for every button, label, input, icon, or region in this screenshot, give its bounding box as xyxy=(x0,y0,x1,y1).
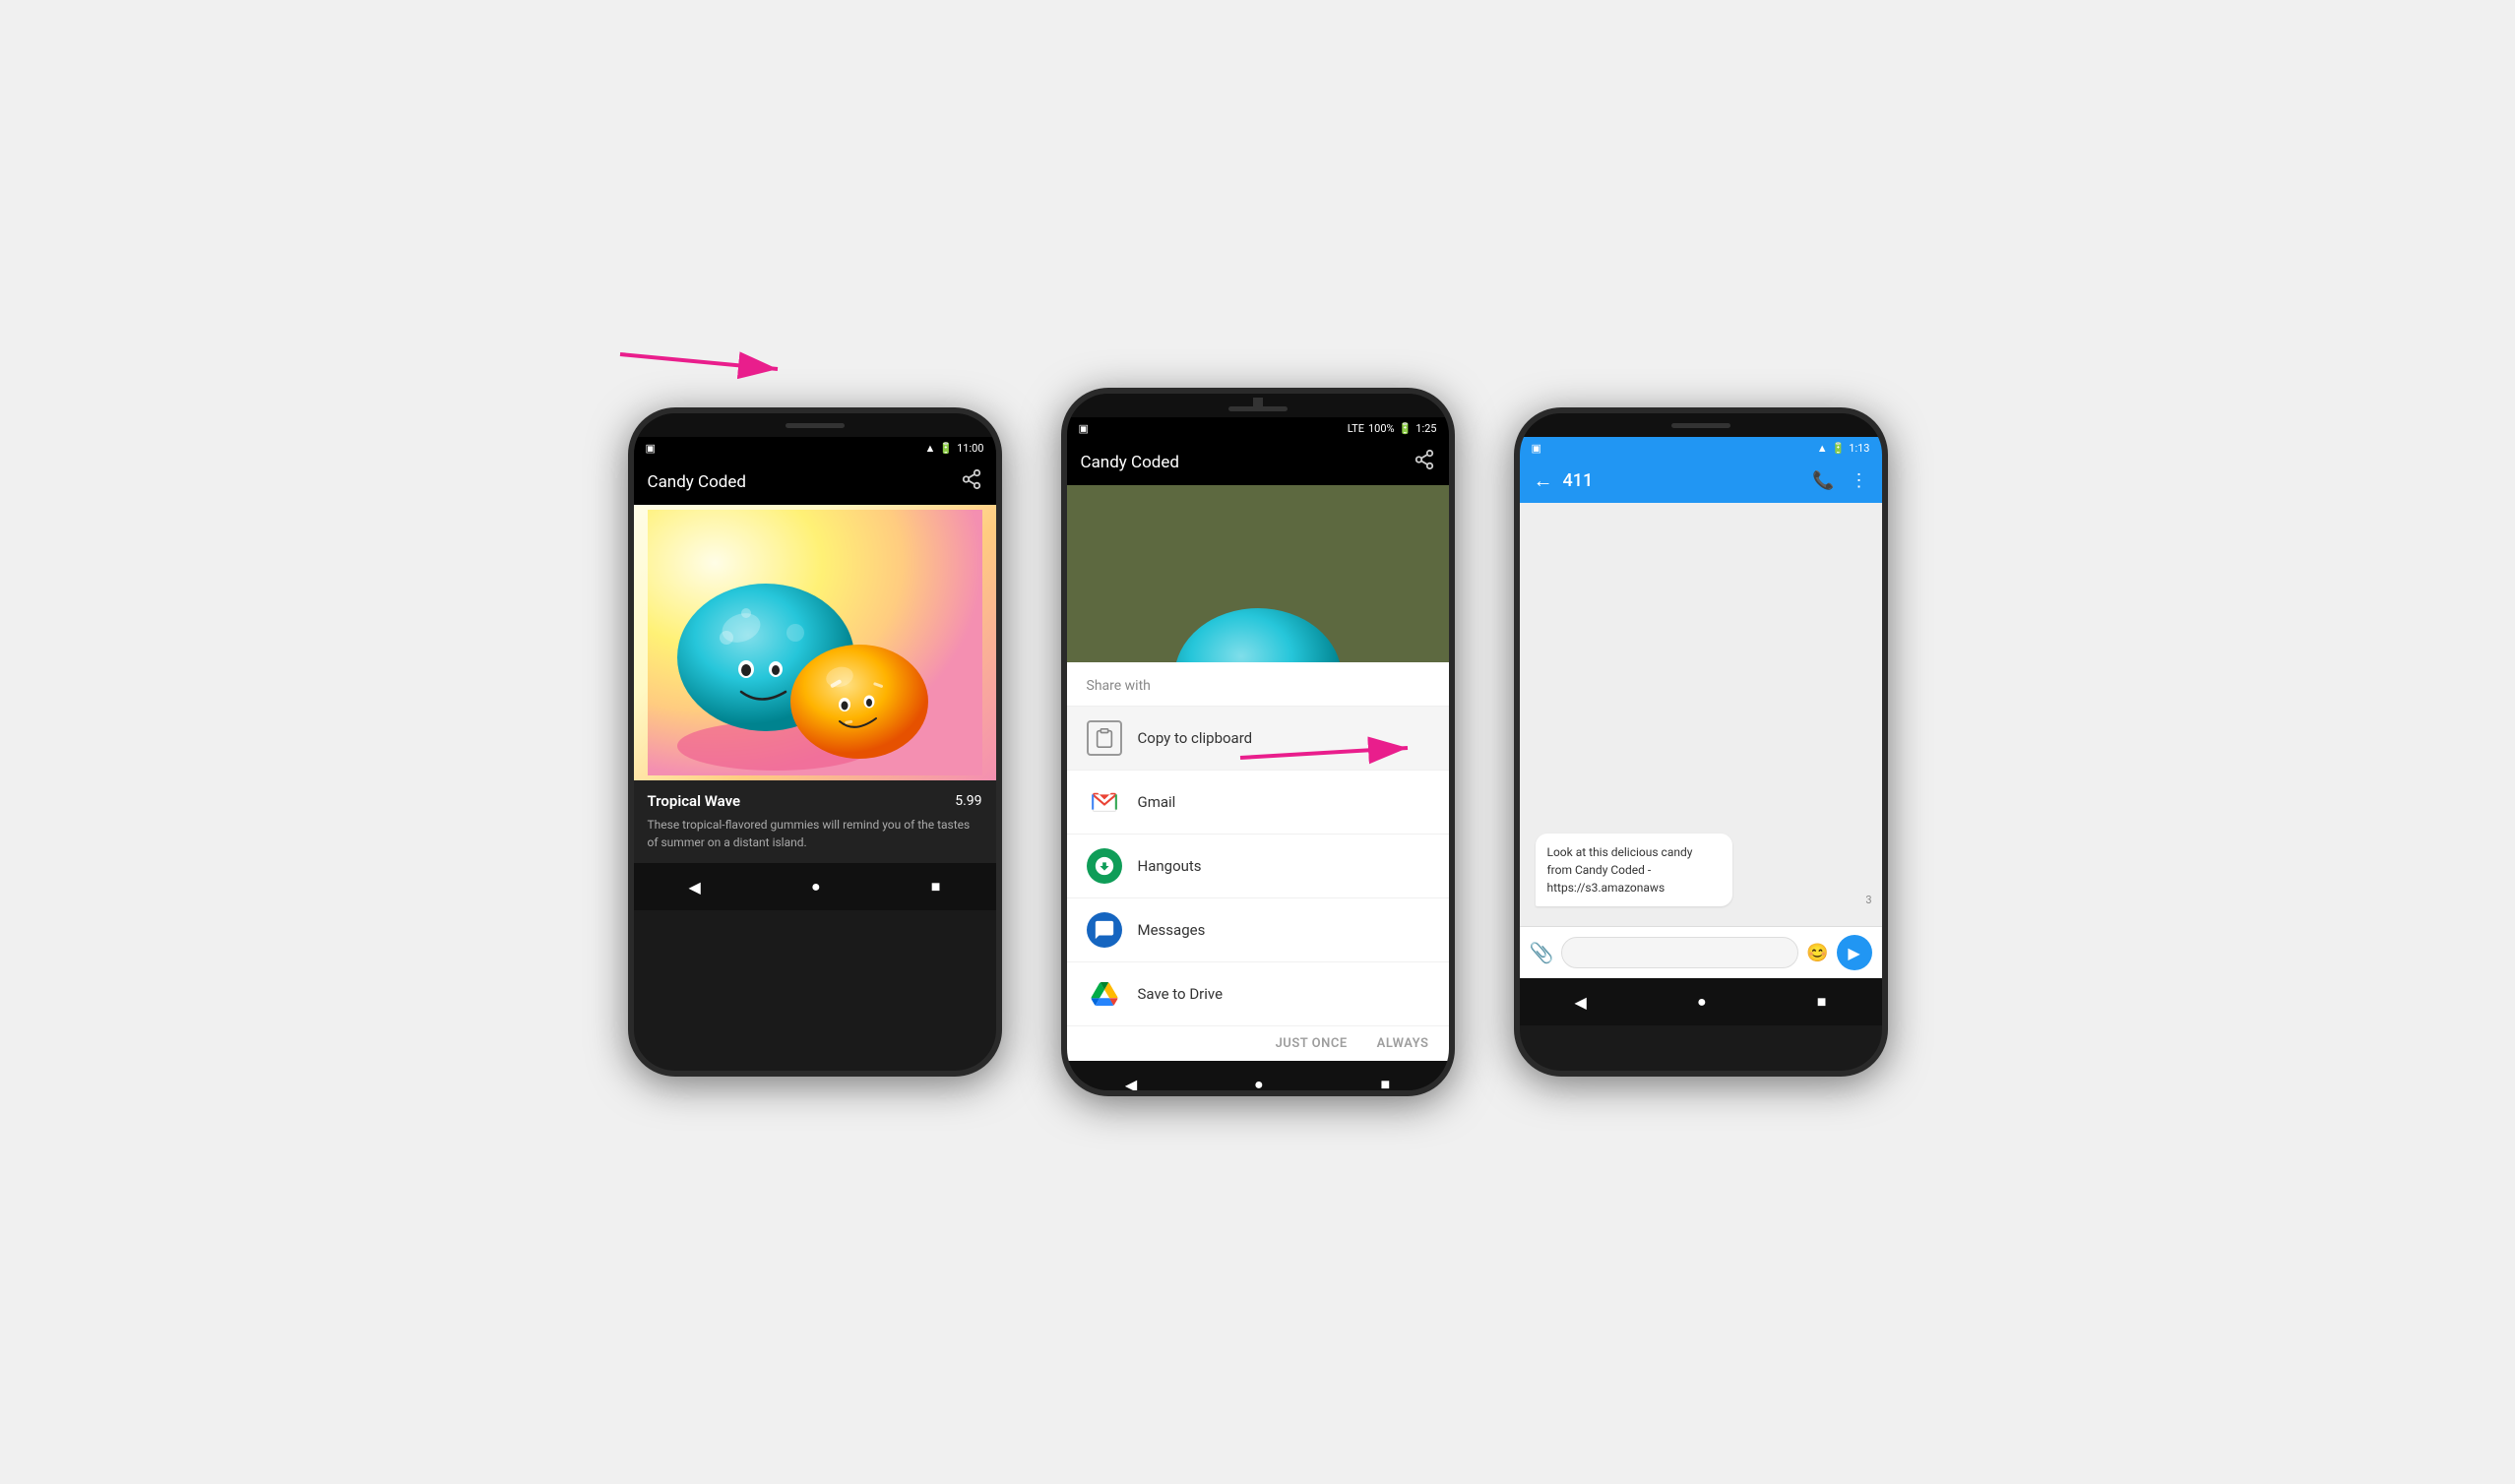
messages-icon xyxy=(1087,912,1122,948)
phone2-battery-icon: 🔋 xyxy=(1399,422,1413,435)
phone3-app-bar: ← 411 📞 ⋮ xyxy=(1520,459,1882,503)
phone3-back-row: ← 411 xyxy=(1534,468,1594,493)
share-item-hangouts[interactable]: Hangouts xyxy=(1067,835,1449,898)
phone2-status-bar: ▣ LTE 100% 🔋 1:25 xyxy=(1067,417,1449,439)
phone1-speaker xyxy=(786,423,845,428)
phone1-candy-info: Tropical Wave 5.99 These tropical-flavor… xyxy=(634,780,996,863)
phone3-status-bar: ▣ ▲ 🔋 1:13 xyxy=(1520,437,1882,459)
phone1-battery-icon: 🔋 xyxy=(939,442,953,455)
share-item-gmail[interactable]: Gmail xyxy=(1067,771,1449,835)
gmail-icon xyxy=(1087,784,1122,820)
send-arrow-icon: ▶ xyxy=(1848,944,1859,962)
phone2-lte-label: LTE xyxy=(1348,422,1364,435)
phone1-notch xyxy=(634,413,996,437)
phone1-sim-icon: ▣ xyxy=(646,442,656,455)
phone-2: ▣ LTE 100% 🔋 1:25 Candy Coded xyxy=(1061,388,1455,1096)
phone1-candy-name: Tropical Wave xyxy=(648,792,741,810)
phone1-candy-title-row: Tropical Wave 5.99 xyxy=(648,792,982,810)
phone-3: ▣ ▲ 🔋 1:13 ← 411 📞 ⋮ Look at this delici… xyxy=(1514,407,1888,1077)
phone1-app-bar: Candy Coded xyxy=(634,459,996,505)
phone3-notch xyxy=(1520,413,1882,437)
phone1-candy-image xyxy=(634,505,996,780)
hangouts-label: Hangouts xyxy=(1138,857,1202,875)
phone2-time: 1:25 xyxy=(1415,422,1436,435)
phone3-time: 1:13 xyxy=(1849,442,1869,455)
phone2-share-icon[interactable] xyxy=(1414,449,1435,475)
phone1-back-btn[interactable]: ◀ xyxy=(669,874,721,900)
phone3-bottom-nav: ◀ ● ■ xyxy=(1520,978,1882,1025)
phone1-signal-icon: ▲ xyxy=(925,442,936,455)
phone1-recent-btn[interactable]: ■ xyxy=(912,873,961,900)
phone2-share-sheet: Share with Copy to clipboard xyxy=(1067,662,1449,1061)
phone3-battery-icon: 🔋 xyxy=(1832,442,1846,455)
phone2-camera xyxy=(1253,398,1263,407)
phone1-candy-desc: These tropical-flavored gummies will rem… xyxy=(648,816,982,851)
phone1-share-icon[interactable] xyxy=(961,468,982,495)
share-footer: JUST ONCE ALWAYS xyxy=(1067,1026,1449,1061)
phone2-bottom-nav: ◀ ● ■ xyxy=(1067,1061,1449,1096)
phone3-home-btn[interactable]: ● xyxy=(1677,988,1727,1016)
always-btn[interactable]: ALWAYS xyxy=(1377,1036,1429,1051)
drive-label: Save to Drive xyxy=(1138,985,1224,1003)
phone3-recent-btn[interactable]: ■ xyxy=(1797,988,1847,1016)
phone3-menu-icon[interactable]: ⋮ xyxy=(1851,470,1868,491)
phone3-message-text: Look at this delicious candy from Candy … xyxy=(1547,845,1693,895)
phone2-content-area xyxy=(1067,485,1449,662)
arrow1 xyxy=(620,354,778,369)
clipboard-icon xyxy=(1087,720,1122,756)
phone3-attachment-icon[interactable]: 📎 xyxy=(1530,941,1554,964)
phone2-content-svg xyxy=(1071,495,1445,662)
phone3-back-btn[interactable]: ◀ xyxy=(1555,989,1606,1016)
phone3-speaker xyxy=(1671,423,1730,428)
phone2-status-right: LTE 100% 🔋 1:25 xyxy=(1348,422,1437,435)
phone1-home-btn[interactable]: ● xyxy=(791,873,841,900)
phone2-battery-label: 100% xyxy=(1368,422,1395,435)
phone2-sim-icon: ▣ xyxy=(1079,422,1089,435)
just-once-btn[interactable]: JUST ONCE xyxy=(1276,1036,1348,1051)
phone1-app-title: Candy Coded xyxy=(648,472,747,492)
share-with-header: Share with xyxy=(1067,662,1449,707)
phone3-phone-icon[interactable]: 📞 xyxy=(1812,470,1834,491)
phone3-send-btn[interactable]: ▶ xyxy=(1837,935,1872,970)
phone2-app-title: Candy Coded xyxy=(1081,453,1180,472)
phone3-message-count: 3 xyxy=(1865,894,1871,906)
share-item-clipboard[interactable]: Copy to clipboard xyxy=(1067,707,1449,771)
phone3-input-row: 📎 😊 ▶ xyxy=(1520,926,1882,978)
phone1-status-right: ▲ 🔋 11:00 xyxy=(925,442,984,455)
gmail-label: Gmail xyxy=(1138,793,1176,811)
phone1-candy-svg xyxy=(648,510,982,775)
phone-1: ▣ ▲ 🔋 11:00 Candy Coded xyxy=(628,407,1002,1077)
phone1-candy-price: 5.99 xyxy=(955,793,981,809)
hangouts-icon xyxy=(1087,848,1122,884)
scene: ▣ ▲ 🔋 11:00 Candy Coded xyxy=(0,0,2515,1484)
phone2-status-left: ▣ xyxy=(1079,422,1089,435)
phone3-back-arrow[interactable]: ← xyxy=(1534,468,1553,493)
phone3-msg-actions: 📞 ⋮ xyxy=(1812,470,1867,491)
phone3-message-bubble: Look at this delicious candy from Candy … xyxy=(1536,834,1732,906)
phone2-recent-btn[interactable]: ■ xyxy=(1360,1071,1410,1096)
drive-icon xyxy=(1087,976,1122,1012)
share-item-messages[interactable]: Messages xyxy=(1067,898,1449,962)
messages-label: Messages xyxy=(1138,921,1206,939)
phone2-app-bar: Candy Coded xyxy=(1067,439,1449,485)
phone3-signal: ▲ xyxy=(1817,442,1828,455)
phone3-status-left: ▣ xyxy=(1532,442,1541,455)
phone2-back-btn[interactable]: ◀ xyxy=(1105,1072,1157,1097)
phone3-message-input[interactable] xyxy=(1561,937,1798,968)
phone1-status-bar: ▣ ▲ 🔋 11:00 xyxy=(634,437,996,459)
phone3-messages-area: Look at this delicious candy from Candy … xyxy=(1520,503,1882,926)
phone2-home-btn[interactable]: ● xyxy=(1234,1071,1284,1096)
phone1-status-left: ▣ xyxy=(646,442,656,455)
phone2-notch xyxy=(1067,394,1449,417)
phone3-sim-icon: ▣ xyxy=(1532,442,1541,455)
phone3-emoji-icon[interactable]: 😊 xyxy=(1806,943,1828,963)
phone3-status-right: ▲ 🔋 1:13 xyxy=(1817,442,1870,455)
share-item-drive[interactable]: Save to Drive xyxy=(1067,962,1449,1026)
clipboard-label: Copy to clipboard xyxy=(1138,729,1253,747)
phone3-contact-title: 411 xyxy=(1563,470,1594,491)
phone1-bottom-nav: ◀ ● ■ xyxy=(634,863,996,910)
phone1-time: 11:00 xyxy=(957,442,983,455)
